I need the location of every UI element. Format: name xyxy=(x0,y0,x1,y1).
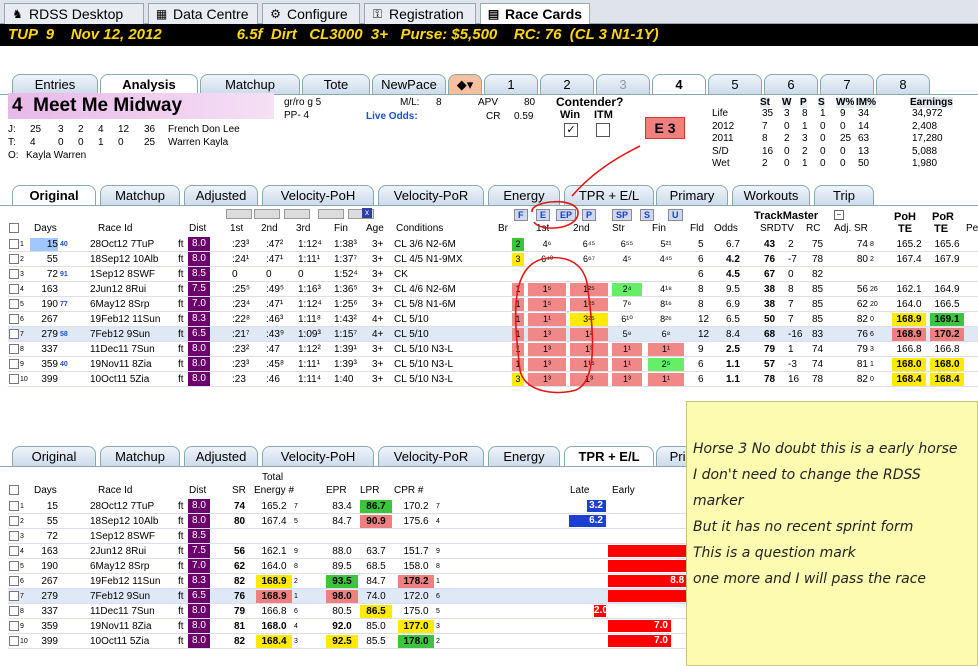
annotation-circle-leads xyxy=(514,256,594,394)
annotation-circle-ep xyxy=(531,201,579,229)
annotation-arrow xyxy=(571,145,641,197)
red-annotation-overlay xyxy=(514,145,641,394)
